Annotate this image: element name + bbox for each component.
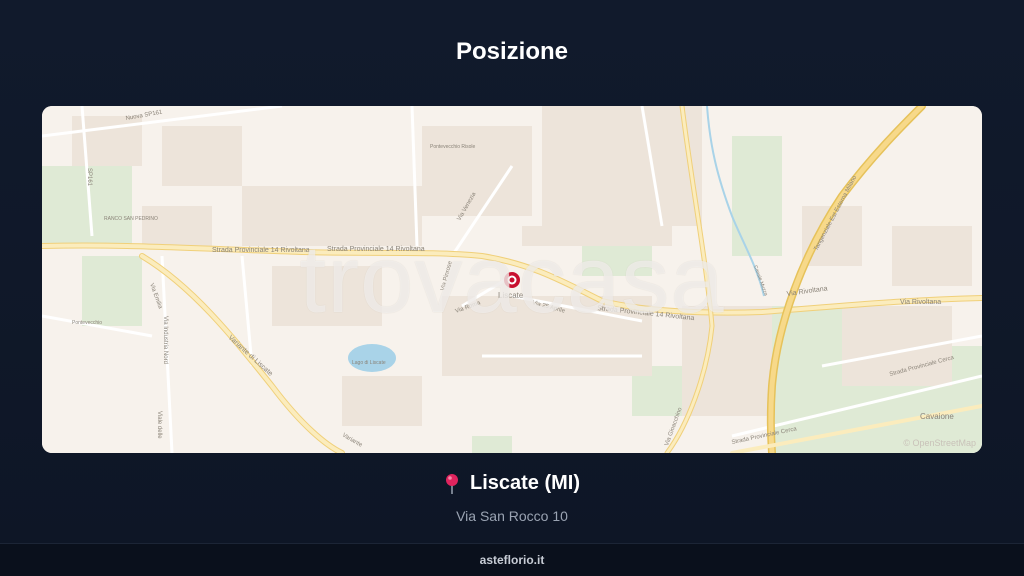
marker-label: Liscate	[498, 291, 524, 300]
map-canvas[interactable]: Strada Provinciale 14 Rivoltana Strada P…	[42, 106, 982, 453]
page-title: Posizione	[455, 38, 569, 65]
label-pontevecchio: Pontevecchio	[72, 320, 102, 326]
label-sp14-west: Strada Provinciale 14 Rivoltana	[212, 247, 310, 254]
label-lago: Lago di Liscate	[352, 360, 386, 366]
label-via-rivoltana-2: Via Rivoltana	[900, 299, 941, 306]
footer: asteflorio.it	[0, 543, 1024, 576]
label-viale-delle: Viale delle	[156, 411, 162, 439]
label-sp14-mid: Strada Provinciale 14 Rivoltana	[327, 246, 425, 253]
location-heading: Liscate (MI)	[444, 472, 580, 495]
location-name: Liscate (MI)	[469, 472, 581, 494]
label-pontevecchio2: Pontevecchio Risole	[430, 144, 476, 150]
label-sp161: SP161	[86, 168, 92, 187]
label-ranco: RANCO SAN PEDRINO	[104, 216, 158, 222]
location-address: Via San Rocco 10	[456, 507, 568, 524]
map-copyright: © OpenStreetMap	[903, 438, 976, 448]
label-via-industria: Via Industria Nord	[162, 316, 168, 364]
round-pushpin-icon	[444, 473, 460, 495]
location-marker-icon[interactable]	[504, 272, 520, 288]
label-cavaione: Cavaione	[920, 412, 954, 421]
location-map[interactable]: Strada Provinciale 14 Rivoltana Strada P…	[42, 106, 982, 453]
footer-site[interactable]: asteflorio.it	[480, 553, 545, 567]
location-info: Liscate (MI) Via San Rocco 10	[0, 472, 1024, 524]
